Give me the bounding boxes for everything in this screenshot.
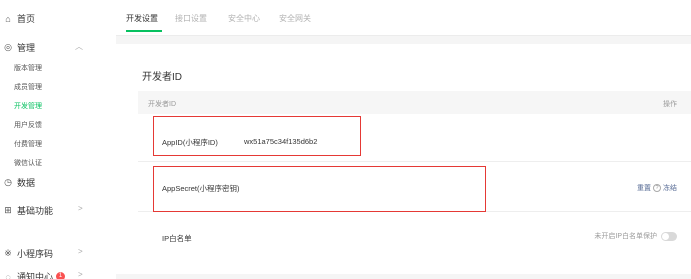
clock-icon: ◷ — [4, 177, 12, 187]
ip-whitelist-control: 未开启IP白名单保护 — [594, 231, 677, 241]
ip-whitelist-toggle[interactable] — [661, 231, 677, 241]
appsecret-actions: 重置 ? 冻结 — [637, 183, 677, 193]
chevron-up-icon[interactable]: ︿ — [75, 41, 83, 52]
ip-whitelist-status: 未开启IP白名单保护 — [594, 233, 657, 240]
table-row-ip-whitelist: IP白名单 未开启IP白名单保护 — [138, 212, 691, 262]
help-icon[interactable]: ? — [653, 184, 661, 192]
tab-security-center[interactable]: 安全中心 — [228, 13, 260, 24]
section-title: 开发者ID — [142, 72, 182, 83]
settings-icon: ◎ — [4, 42, 12, 52]
sidebar-item-manage[interactable]: ◎ 管理 — [2, 41, 35, 54]
header-actions: 操作 — [663, 101, 677, 108]
sidebar-item-home[interactable]: ⌂ 首页 — [2, 12, 35, 25]
tab-security-gateway[interactable]: 安全网关 — [279, 13, 311, 24]
sidebar-item-label: 基础功能 — [17, 206, 54, 216]
sidebar-item-dev[interactable]: 开发管理 — [14, 101, 42, 111]
grid-icon: ⊞ — [4, 205, 12, 215]
sidebar: ⌂ 首页 ◎ 管理 ︿ 版本管理 成员管理 开发管理 用户反馈 付费管理 微信认… — [0, 0, 116, 279]
reset-link[interactable]: 重置 — [637, 183, 651, 193]
active-tab-indicator — [126, 30, 162, 32]
qr-icon: ※ — [4, 248, 12, 258]
sidebar-item-basic[interactable]: ⊞ 基础功能 — [2, 204, 53, 217]
highlight-box-appsecret — [153, 166, 486, 212]
sidebar-item-label: 数据 — [17, 178, 36, 188]
sidebar-item-members[interactable]: 成员管理 — [14, 82, 42, 92]
sidebar-item-label: 首页 — [17, 14, 36, 24]
main-content: 开发设置 接口设置 安全中心 安全网关 开发者ID 开发者ID 操作 AppID… — [116, 0, 691, 279]
table-header: 开发者ID 操作 — [138, 91, 691, 114]
sidebar-item-feedback[interactable]: 用户反馈 — [14, 120, 42, 130]
sidebar-item-certify[interactable]: 微信认证 — [14, 158, 42, 168]
sidebar-item-miniapp[interactable]: ※ 小程序码 — [2, 247, 53, 260]
tab-bar: 开发设置 接口设置 安全中心 安全网关 — [116, 0, 691, 36]
ip-whitelist-label: IP白名单 — [162, 234, 192, 243]
sidebar-item-label: 管理 — [17, 43, 36, 53]
freeze-link[interactable]: 冻结 — [663, 183, 677, 193]
developer-id-card: 开发者ID 开发者ID 操作 AppID(小程序ID) wx51a75c34f1… — [116, 44, 691, 274]
tab-dev-settings[interactable]: 开发设置 — [126, 13, 158, 24]
header-dev-id: 开发者ID — [148, 101, 176, 108]
notification-badge: 1 — [56, 272, 66, 279]
highlight-box-appid — [153, 116, 361, 156]
tab-api-settings[interactable]: 接口设置 — [175, 13, 207, 24]
sidebar-item-label: 通知中心 — [17, 272, 54, 279]
chevron-right-icon[interactable]: > — [78, 204, 83, 213]
bell-icon: ◌ — [5, 271, 11, 279]
sidebar-item-version[interactable]: 版本管理 — [14, 63, 42, 73]
sidebar-item-notice[interactable]: ◌ 通知中心 1 — [2, 270, 66, 279]
sidebar-item-label: 小程序码 — [17, 249, 54, 259]
sidebar-item-payment[interactable]: 付费管理 — [14, 139, 42, 149]
home-icon: ⌂ — [5, 13, 11, 24]
chevron-right-icon[interactable]: > — [78, 270, 83, 279]
sidebar-item-data[interactable]: ◷ 数据 — [2, 176, 35, 189]
chevron-right-icon[interactable]: > — [78, 247, 83, 256]
